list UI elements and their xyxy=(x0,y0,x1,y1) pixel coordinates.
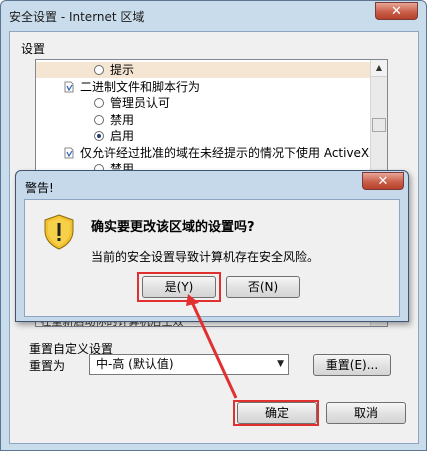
warning-dialog-title: 警告! xyxy=(25,181,54,195)
settings-item-label: 提示 xyxy=(110,63,135,77)
scroll-thumb[interactable] xyxy=(372,118,386,132)
window-close-button[interactable]: ✕ xyxy=(375,2,418,20)
window-title: 安全设置 - Internet 区域 xyxy=(9,10,145,24)
radio-button-icon[interactable] xyxy=(94,65,104,75)
settings-category-icon xyxy=(64,147,74,158)
reset-level-select[interactable]: 中-高 (默认值) ▼ xyxy=(89,354,289,375)
settings-radio-option[interactable]: 禁用 xyxy=(36,112,370,128)
settings-item-label: 启用 xyxy=(110,129,135,143)
yes-button-label: 是(Y) xyxy=(164,280,194,294)
no-button[interactable]: 否(N) xyxy=(226,276,300,298)
settings-category: 仅允许经过批准的域在未经提示的情况下使用 ActiveX xyxy=(36,145,370,161)
reset-button[interactable]: 重置(E)... xyxy=(313,354,391,376)
radio-button-icon[interactable] xyxy=(94,98,104,108)
warning-dialog-body: 确实要更改该区域的设置吗? 当前的安全设置导致计算机存在安全风险。 是(Y) 否… xyxy=(24,199,400,317)
settings-item-label: 仅允许经过批准的域在未经提示的情况下使用 ActiveX xyxy=(80,145,370,160)
ok-button-label: 确定 xyxy=(264,406,289,420)
settings-category: 二进制文件和脚本行为 xyxy=(36,79,370,95)
radio-button-icon[interactable] xyxy=(94,131,104,141)
no-button-label: 否(N) xyxy=(247,280,279,294)
settings-item-label: 二进制文件和脚本行为 xyxy=(80,79,201,94)
settings-item-label: 管理员认可 xyxy=(110,96,171,110)
reset-to-label: 重置为 xyxy=(29,359,66,373)
scroll-up-icon[interactable]: ▲ xyxy=(371,60,387,77)
cancel-button-label: 取消 xyxy=(353,406,378,420)
settings-radio-option[interactable]: 启用 xyxy=(36,128,370,144)
settings-item-label: 禁用 xyxy=(110,112,135,127)
radio-button-icon[interactable] xyxy=(94,114,104,125)
warning-close-button[interactable]: ✕ xyxy=(362,172,404,190)
reset-level-value: 中-高 (默认值) xyxy=(96,357,174,371)
settings-category-icon xyxy=(64,81,74,92)
reset-custom-settings-group: 重置自定义设置 重置为 中-高 (默认值) ▼ 重置(E)... xyxy=(25,342,403,386)
settings-radio-option[interactable]: 提示 xyxy=(36,62,370,78)
yes-button[interactable]: 是(Y) xyxy=(142,276,216,298)
dropdown-arrow-icon[interactable]: ▼ xyxy=(277,355,284,374)
ok-button[interactable]: 确定 xyxy=(237,402,317,424)
settings-group-label: 设置 xyxy=(21,42,46,56)
shield-warning-icon xyxy=(44,214,74,250)
warning-detail: 当前的安全设置导致计算机存在安全风险。 xyxy=(91,250,320,264)
cancel-button[interactable]: 取消 xyxy=(326,402,406,424)
reset-button-label: 重置(E)... xyxy=(325,358,379,372)
warning-question: 确实要更改该区域的设置吗? xyxy=(91,220,255,235)
settings-radio-option[interactable]: 管理员认可 xyxy=(36,95,370,111)
warning-dialog: 警告! ✕ 确实要更改该区域的设置吗? 当前的安全设置导致计算机存在安全风险。 … xyxy=(15,170,409,322)
